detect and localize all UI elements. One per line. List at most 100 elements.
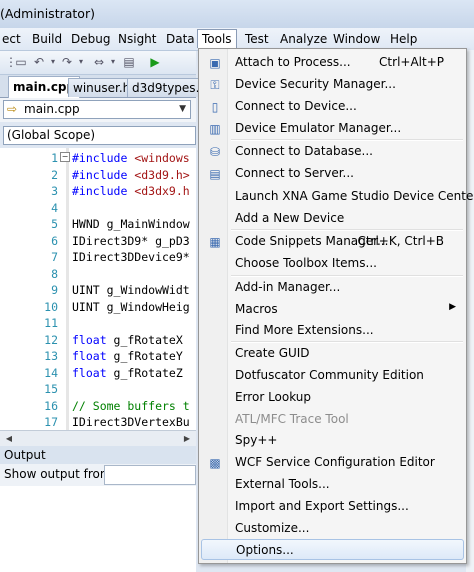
code-keyword: #include <box>72 151 128 165</box>
horizontal-scrollbar[interactable]: ◀ ▶ <box>0 430 196 446</box>
menu-item-customize[interactable]: Customize... <box>201 518 464 539</box>
build-icon[interactable]: ▤ <box>122 55 136 69</box>
undo-dropdown-icon[interactable]: ▾ <box>46 55 60 69</box>
window-title: (Administrator) <box>0 6 95 21</box>
output-body <box>0 486 196 572</box>
menu-item-add-a-new-device[interactable]: Add a New Device <box>201 208 464 229</box>
redo-icon[interactable]: ↷ <box>60 55 74 69</box>
line-number: 2 <box>51 167 58 182</box>
menu-help[interactable]: Help <box>386 31 421 47</box>
menu-debug[interactable]: Debug <box>67 31 114 47</box>
line-number: 8 <box>51 266 58 281</box>
output-source-combo[interactable] <box>104 465 196 485</box>
redo-dropdown-icon[interactable]: ▾ <box>74 55 88 69</box>
menu-item-launch-xna-game-studio-device-center[interactable]: Launch XNA Game Studio Device Center <box>201 186 474 207</box>
collapse-icon[interactable]: − <box>60 152 70 162</box>
menu-item-label: Add a New Device <box>235 211 345 225</box>
menu-item-device-emulator-manager[interactable]: ▥ Device Emulator Manager... <box>201 118 464 139</box>
line-number: 7 <box>51 250 58 264</box>
code-text: UINT g_WindowHeig <box>72 299 190 314</box>
menu-item-label: Options... <box>236 543 294 557</box>
code-line: float g_fRotateX <box>72 333 183 347</box>
menu-item-error-lookup[interactable]: Error Lookup <box>201 387 464 408</box>
menu-data[interactable]: Data <box>162 31 199 47</box>
start-debug-icon[interactable]: ▶ <box>148 55 162 69</box>
menu-item-external-tools[interactable]: External Tools... <box>201 474 464 495</box>
menu-item-label: Macros <box>235 302 278 316</box>
tab-winuser-h[interactable]: winuser.h <box>68 78 136 97</box>
attach-process-icon: ▣ <box>209 56 221 70</box>
menu-item-label: Connect to Database... <box>235 144 373 158</box>
menu-item-label: Customize... <box>235 521 310 535</box>
menu-project[interactable]: ect <box>0 31 25 47</box>
menu-item-add-in-manager[interactable]: Add-in Manager... <box>201 277 464 298</box>
menu-item-code-snippets-manager[interactable]: ▦ Code Snippets Manager... Ctrl+K, Ctrl+B <box>201 231 464 252</box>
code-line: float g_fRotateY <box>72 349 183 363</box>
copy-icon[interactable]: ▭ <box>14 55 28 69</box>
scroll-right-icon[interactable]: ▶ <box>180 433 194 444</box>
title-bar: (Administrator) <box>0 0 474 28</box>
navigate-dropdown-icon[interactable]: ▾ <box>106 55 120 69</box>
line-number-gutter: 1 2 3 4 5 6 7 8 9 10 11 12 13 14 15 16 17 <box>0 148 58 430</box>
line-number: 17 <box>44 415 58 429</box>
code-line: UINT g_WindowHeig <box>72 300 190 314</box>
code-text: UINT g_WindowWidt <box>72 283 190 297</box>
menu-item-connect-to-server[interactable]: ▤ Connect to Server... <box>201 163 464 184</box>
scroll-left-icon[interactable]: ◀ <box>2 433 16 444</box>
line-number: 9 <box>51 283 58 297</box>
menu-build[interactable]: Build <box>28 31 66 47</box>
code-editor[interactable]: 1 2 3 4 5 6 7 8 9 10 11 12 13 14 15 16 17 − #include <wi… <box>0 148 196 430</box>
menu-item-import-and-export-settings[interactable]: Import and Export Settings... <box>201 496 464 517</box>
menu-window[interactable]: Window <box>329 31 384 47</box>
menu-tools[interactable]: Tools <box>197 29 237 48</box>
selection-margin <box>66 148 69 430</box>
navigate-icon[interactable]: ⇔ <box>92 55 106 69</box>
code-text: // Some buffers t <box>72 398 190 413</box>
tools-menu: ▣ Attach to Process... Ctrl+Alt+P ⚿ Device S… <box>198 48 474 564</box>
show-output-label: Show output from: <box>4 467 116 481</box>
menu-item-label: Device Security Manager... <box>235 77 396 91</box>
menu-item-attach-to-process[interactable]: ▣ Attach to Process... Ctrl+Alt+P <box>201 52 464 73</box>
code-line: UINT g_WindowWidt <box>72 283 190 297</box>
menu-item-label: Connect to Server... <box>235 166 354 180</box>
line-number: 12 <box>44 332 58 347</box>
menu-item-find-more-extensions[interactable]: Find More Extensions... <box>201 320 464 341</box>
menu-item-label: Attach to Process... <box>235 55 351 69</box>
menu-test[interactable]: Test <box>241 31 273 47</box>
menu-item-label: Add-in Manager... <box>235 280 341 294</box>
file-combo[interactable]: ⇨ main.cpp ▼ <box>3 100 191 119</box>
menu-item-options[interactable]: Options... <box>201 539 464 560</box>
scope-combo[interactable]: (Global Scope) <box>3 126 196 145</box>
line-number: 4 <box>51 200 58 215</box>
code-line: IDirect3DDevice9* <box>72 250 190 264</box>
menu-item-label: Create GUID <box>235 346 310 360</box>
menu-item-label: Import and Export Settings... <box>235 499 409 513</box>
code-text: HWND g_MainWindow <box>72 217 190 231</box>
menu-item-create-guid[interactable]: Create GUID <box>201 343 464 364</box>
menu-item-connect-to-database[interactable]: ⛁ Connect to Database... <box>201 141 464 162</box>
navigation-bar: ⇨ main.cpp ▼ <box>0 98 196 122</box>
menu-item-choose-toolbox-items[interactable]: Choose Toolbox Items... <box>201 253 464 274</box>
menu-analyze[interactable]: Analyze <box>276 31 331 47</box>
code-text: IDirect3DVertexBu <box>72 415 190 429</box>
code-line: #include <d3dx9.h <box>72 184 190 198</box>
device-security-icon: ⚿ <box>210 78 220 92</box>
menu-item-atl-mfc-trace-tool: ATL/MFC Trace Tool <box>201 409 464 430</box>
menu-item-macros[interactable]: Macros ▶ <box>201 299 464 320</box>
menu-item-device-security-manager[interactable]: ⚿ Device Security Manager... <box>201 74 464 95</box>
menu-nsight[interactable]: Nsight <box>114 31 161 47</box>
code-text: <d3dx9.h <box>127 184 190 198</box>
code-text: g_fRotateY <box>106 349 183 363</box>
menu-item-spy[interactable]: Spy++ <box>201 430 464 451</box>
code-keyword: float <box>72 332 107 347</box>
line-number: 13 <box>44 349 58 363</box>
menu-item-label: Dotfuscator Community Edition <box>235 368 424 382</box>
line-number: 11 <box>44 316 58 330</box>
line-number: 10 <box>44 299 58 314</box>
document-tabs: main.cpp winuser.h d3d9types.h <box>0 75 212 98</box>
menu-item-wcf-service-configuration-editor[interactable]: ▩ WCF Service Configuration Editor <box>201 452 464 473</box>
undo-icon[interactable]: ↶ <box>32 55 46 69</box>
menu-item-dotfuscator-community-edition[interactable]: Dotfuscator Community Edition <box>201 365 464 386</box>
menu-item-connect-to-device[interactable]: ▯ Connect to Device... <box>201 96 464 117</box>
menu-item-label: Connect to Device... <box>235 99 357 113</box>
